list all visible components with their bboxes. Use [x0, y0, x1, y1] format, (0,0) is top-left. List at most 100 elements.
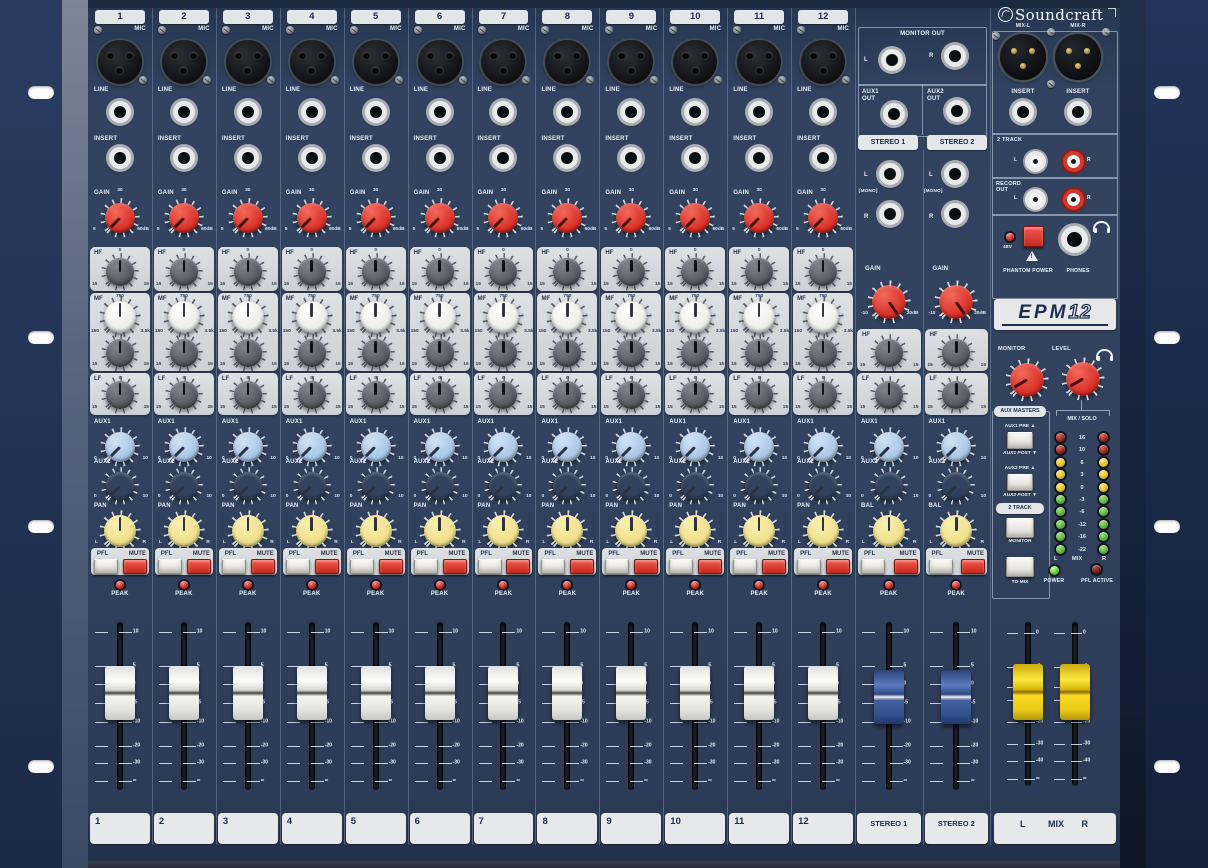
lf-eq-knob[interactable] [875, 381, 903, 409]
mic-xlr-input[interactable] [801, 40, 845, 84]
channel-fader-cap[interactable] [105, 666, 135, 720]
line-jack[interactable] [429, 101, 451, 123]
aux2-knob[interactable] [745, 472, 773, 500]
channel-fader-cap[interactable] [361, 666, 391, 720]
mic-xlr-input[interactable] [673, 40, 717, 84]
aux2-knob[interactable] [809, 472, 837, 500]
insert-jack[interactable] [173, 147, 195, 169]
hf-eq-knob[interactable] [809, 258, 837, 286]
gain-knob[interactable] [808, 203, 838, 233]
master-fader-cap[interactable] [1013, 664, 1043, 720]
mf-eq-knob[interactable] [234, 339, 262, 367]
hf-eq-knob[interactable] [489, 258, 517, 286]
mf-eq-knob[interactable] [170, 339, 198, 367]
mf-frequency-knob[interactable] [615, 301, 647, 333]
mf-eq-knob[interactable] [106, 339, 134, 367]
mf-eq-knob[interactable] [553, 339, 581, 367]
aux1-knob[interactable] [680, 432, 710, 462]
aux2-knob[interactable] [681, 472, 709, 500]
hf-eq-knob[interactable] [617, 258, 645, 286]
pan-knob[interactable] [232, 515, 264, 547]
pfl-button[interactable] [286, 559, 310, 574]
aux1-knob[interactable] [297, 432, 327, 462]
mic-xlr-input[interactable] [737, 40, 781, 84]
stereo-fader-cap[interactable] [941, 670, 971, 724]
gain-knob[interactable] [616, 203, 646, 233]
mf-frequency-knob[interactable] [551, 301, 583, 333]
mute-button[interactable] [570, 559, 594, 574]
mf-frequency-knob[interactable] [679, 301, 711, 333]
mic-xlr-input[interactable] [545, 40, 589, 84]
insert-jack[interactable] [684, 147, 706, 169]
hf-eq-knob[interactable] [234, 258, 262, 286]
aux2-knob[interactable] [426, 472, 454, 500]
mf-eq-knob[interactable] [745, 339, 773, 367]
insert-jack[interactable] [556, 147, 578, 169]
aux1-knob[interactable] [425, 432, 455, 462]
channel-fader-cap[interactable] [169, 666, 199, 720]
mf-frequency-knob[interactable] [104, 301, 136, 333]
mute-button[interactable] [379, 559, 403, 574]
aux1-knob[interactable] [941, 432, 971, 462]
mute-button[interactable] [187, 559, 211, 574]
pan-knob[interactable] [807, 515, 839, 547]
pfl-button[interactable] [541, 559, 565, 574]
hf-eq-knob[interactable] [942, 339, 970, 367]
channel-fader-cap[interactable] [488, 666, 518, 720]
insert-jack[interactable] [812, 147, 834, 169]
pan-knob[interactable] [296, 515, 328, 547]
aux1-knob[interactable] [361, 432, 391, 462]
aux1-knob[interactable] [744, 432, 774, 462]
mute-button[interactable] [894, 559, 918, 574]
insert-jack[interactable] [748, 147, 770, 169]
aux1-knob[interactable] [488, 432, 518, 462]
aux2-knob[interactable] [489, 472, 517, 500]
mf-eq-knob[interactable] [298, 339, 326, 367]
lf-eq-knob[interactable] [942, 381, 970, 409]
insert-jack[interactable] [620, 147, 642, 169]
gain-knob[interactable] [680, 203, 710, 233]
line-jack[interactable] [109, 101, 131, 123]
gain-knob[interactable] [169, 203, 199, 233]
aux2-knob[interactable] [553, 472, 581, 500]
aux1-knob[interactable] [552, 432, 582, 462]
insert-jack[interactable] [237, 147, 259, 169]
pan-knob[interactable] [551, 515, 583, 547]
pan-knob[interactable] [743, 515, 775, 547]
channel-fader-cap[interactable] [744, 666, 774, 720]
aux2-knob[interactable] [362, 472, 390, 500]
lf-eq-knob[interactable] [170, 381, 198, 409]
mf-eq-knob[interactable] [489, 339, 517, 367]
gain-knob[interactable] [488, 203, 518, 233]
mute-button[interactable] [315, 559, 339, 574]
mic-xlr-input[interactable] [98, 40, 142, 84]
mic-xlr-input[interactable] [354, 40, 398, 84]
hf-eq-knob[interactable] [426, 258, 454, 286]
aux1-knob[interactable] [105, 432, 135, 462]
pfl-button[interactable] [158, 559, 182, 574]
mute-button[interactable] [634, 559, 658, 574]
line-jack[interactable] [301, 101, 323, 123]
mf-eq-knob[interactable] [809, 339, 837, 367]
gain-knob[interactable] [233, 203, 263, 233]
mute-button[interactable] [506, 559, 530, 574]
line-jack[interactable] [812, 101, 834, 123]
mf-eq-knob[interactable] [681, 339, 709, 367]
mic-xlr-input[interactable] [418, 40, 462, 84]
pfl-button[interactable] [605, 559, 629, 574]
hf-eq-knob[interactable] [362, 258, 390, 286]
insert-jack[interactable] [301, 147, 323, 169]
insert-jack[interactable] [109, 147, 131, 169]
channel-fader-cap[interactable] [552, 666, 582, 720]
balance-knob[interactable] [873, 515, 905, 547]
aux2-knob[interactable] [298, 472, 326, 500]
pan-knob[interactable] [360, 515, 392, 547]
aux2-knob[interactable] [106, 472, 134, 500]
insert-jack[interactable] [492, 147, 514, 169]
gain-knob[interactable] [552, 203, 582, 233]
pfl-button[interactable] [94, 559, 118, 574]
mf-frequency-knob[interactable] [168, 301, 200, 333]
balance-knob[interactable] [940, 515, 972, 547]
aux2-knob[interactable] [942, 472, 970, 500]
pan-knob[interactable] [168, 515, 200, 547]
